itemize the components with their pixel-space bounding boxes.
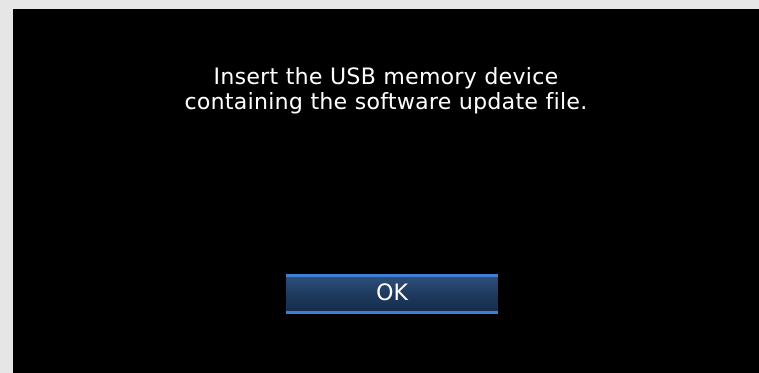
dialog-message-line-2: containing the software update file. [184,90,588,115]
ok-button[interactable]: OK [286,274,498,314]
dialog-message-line-1: Insert the USB memory device [213,65,559,90]
dialog-message: Insert the USB memory device containing … [13,65,759,115]
display-bezel: Insert the USB memory device containing … [0,0,759,373]
update-dialog-screen: Insert the USB memory device containing … [13,9,759,373]
